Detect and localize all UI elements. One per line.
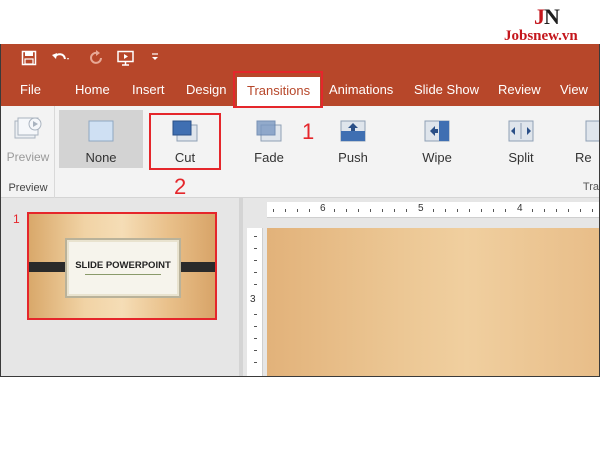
ribbon: Preview Preview None Cut Fade Push Wipe … [1, 106, 599, 198]
slide-editor: 6 5 4 3 [243, 198, 599, 376]
start-from-beginning-icon[interactable] [117, 50, 135, 68]
customize-dropdown-icon[interactable] [151, 52, 159, 70]
watermark: JN Jobsnew.vn [504, 4, 596, 44]
undo-icon[interactable] [51, 50, 71, 68]
slides-pane: 1 SLIDE POWERPOINT [1, 198, 239, 376]
push-transition-icon [340, 120, 366, 142]
slide-number: 1 [13, 212, 20, 226]
tab-slide-show[interactable]: Slide Show [414, 74, 479, 106]
transition-split-label: Split [508, 150, 534, 165]
powerpoint-window: File Home Insert Design Transitions Anim… [0, 44, 600, 377]
reveal-transition-icon [585, 120, 599, 142]
preview-icon [14, 117, 42, 139]
tab-animations[interactable]: Animations [329, 74, 393, 106]
vertical-ruler: 3 [247, 228, 263, 376]
quick-access-toolbar [1, 44, 201, 74]
annotation-box-transitions-tab [233, 71, 323, 108]
annotation-box-cut [149, 113, 221, 170]
top-strip: JN Jobsnew.vn [0, 0, 600, 44]
screenshot: JN Jobsnew.vn File Home Insert Design Tr… [0, 0, 600, 450]
ruler-label-6: 6 [320, 203, 326, 214]
tab-view[interactable]: View [560, 74, 588, 106]
none-transition-icon [88, 120, 114, 142]
save-icon[interactable] [21, 50, 37, 68]
transition-push-label: Push [338, 150, 368, 165]
tab-design[interactable]: Design [186, 74, 226, 106]
split-transition-icon [508, 120, 534, 142]
title-underline [85, 274, 161, 275]
transition-fade-label: Fade [254, 150, 284, 165]
transition-none[interactable]: None [59, 110, 143, 168]
annotation-step-2: 2 [174, 174, 187, 199]
preview-label: Preview [6, 150, 50, 164]
annotation-step-1: 1 [302, 119, 315, 144]
fade-transition-icon [256, 120, 282, 142]
transition-fade[interactable]: Fade [227, 110, 311, 168]
horizontal-ruler: 6 5 4 [267, 202, 599, 218]
ruler-label-3: 3 [250, 294, 256, 305]
tab-review[interactable]: Review [498, 74, 541, 106]
ruler-label-4: 4 [517, 203, 523, 214]
preview-group-label: Preview [8, 182, 48, 194]
transition-none-label: None [85, 150, 117, 165]
watermark-logo: JN [534, 4, 560, 29]
transition-split[interactable]: Split [479, 110, 563, 168]
transitions-group-label: Tra [582, 181, 599, 193]
slide-thumbnail[interactable]: SLIDE POWERPOINT [27, 212, 217, 320]
transition-wipe[interactable]: Wipe [395, 110, 479, 168]
transition-reveal-label: Re [575, 150, 592, 165]
redo-icon[interactable] [89, 50, 105, 68]
tab-insert[interactable]: Insert [132, 74, 165, 106]
thumbnail-title-card: SLIDE POWERPOINT [65, 238, 181, 298]
tab-file[interactable]: File [20, 74, 41, 106]
slide-canvas[interactable] [267, 228, 599, 376]
transition-wipe-label: Wipe [422, 150, 452, 165]
preview-button[interactable]: Preview [5, 110, 51, 166]
tab-home[interactable]: Home [75, 74, 110, 106]
ruler-label-5: 5 [418, 203, 424, 214]
transition-push[interactable]: Push [311, 110, 395, 168]
wipe-transition-icon [424, 120, 450, 142]
thumbnail-bar-left [29, 262, 69, 272]
thumbnail-bar-right [175, 262, 215, 272]
slide-title: SLIDE POWERPOINT [75, 260, 171, 271]
transition-reveal[interactable]: Re [561, 110, 599, 168]
preview-group: Preview Preview [1, 106, 55, 198]
watermark-site: Jobsnew.vn [504, 28, 578, 44]
